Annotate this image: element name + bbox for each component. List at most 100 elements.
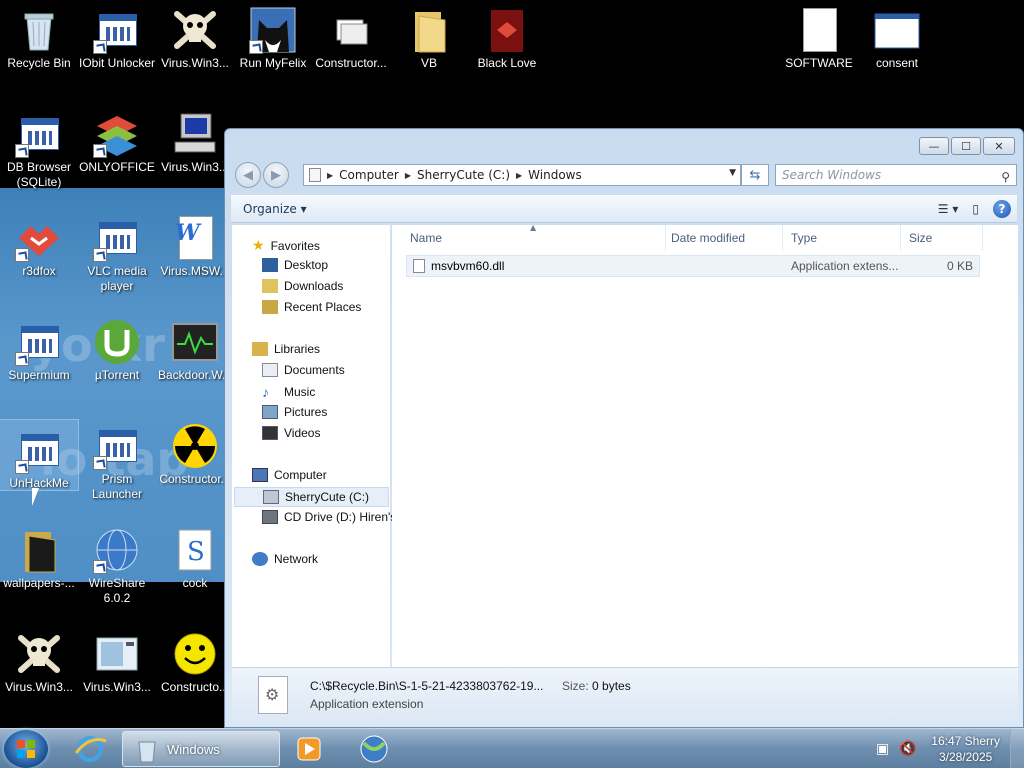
svg-text:S: S: [187, 537, 205, 567]
cat-icon: [249, 6, 297, 54]
desktop-icon-unhackme[interactable]: UnHackMe: [0, 419, 79, 491]
column-header-type[interactable]: Type: [783, 225, 901, 251]
app-icon: [93, 214, 141, 262]
desktop-icon-recycle-bin[interactable]: Recycle Bin: [0, 0, 78, 71]
word-doc-icon: W: [171, 214, 219, 262]
nav-recent-places[interactable]: Recent Places: [262, 300, 361, 314]
desktop-icon-r3dfox[interactable]: r3dfox: [0, 208, 78, 279]
file-gear-icon: [258, 676, 288, 714]
breadcrumb-drive[interactable]: SherryCute (C:): [417, 168, 510, 182]
refresh-icon: ⇆: [749, 167, 761, 183]
desktop-icon-vlc[interactable]: VLC media player: [78, 208, 156, 294]
nav-documents[interactable]: Documents: [262, 363, 345, 377]
address-dropdown-icon[interactable]: ▼: [729, 168, 736, 178]
desktop-icon-cock[interactable]: S cock: [156, 520, 234, 591]
system-clock[interactable]: 16:47 Sherry 3/28/2025: [931, 733, 1000, 765]
taskbar-explorer-button[interactable]: Windows: [122, 731, 280, 767]
desktop-icon-constructo[interactable]: Constructo...: [156, 624, 234, 695]
desktop-icon-db-browser[interactable]: DB Browser (SQLite): [0, 104, 78, 190]
desktop-icon-virus-win3-3[interactable]: Virus.Win3...: [0, 624, 78, 695]
skull-icon: [15, 630, 63, 678]
breadcrumb-windows[interactable]: Windows: [528, 168, 582, 182]
desktop-icon-consent[interactable]: consent: [858, 0, 936, 71]
cd-drive-icon: [262, 510, 278, 524]
nav-cd-drive[interactable]: CD Drive (D:) Hiren's: [262, 510, 396, 524]
view-options-icon[interactable]: ☰ ▾: [938, 202, 959, 216]
column-header-size[interactable]: Size: [901, 225, 983, 251]
close-button[interactable]: ✕: [983, 137, 1015, 155]
help-icon[interactable]: ?: [993, 200, 1011, 218]
search-input[interactable]: Search Windows ⚲: [775, 164, 1017, 186]
volume-muted-icon[interactable]: 🔇: [899, 741, 916, 757]
breadcrumb-computer[interactable]: Computer: [339, 168, 399, 182]
desktop-icon-software[interactable]: SOFTWARE: [780, 0, 858, 71]
desktop-icon-utorrent[interactable]: µTorrent: [78, 312, 156, 383]
column-header-date[interactable]: Date modified: [663, 225, 783, 251]
onlyoffice-icon: [93, 110, 141, 158]
app-icon: [93, 6, 141, 54]
show-desktop-button[interactable]: [1010, 729, 1024, 768]
preview-pane-icon[interactable]: ▯: [972, 202, 979, 216]
toolbar-right: ☰ ▾ ▯ ?: [938, 200, 1011, 218]
table-row[interactable]: msvbvm60.dll Application extens... 0 KB: [406, 255, 980, 277]
command-toolbar: Organize ▾ ☰ ▾ ▯ ?: [231, 195, 1017, 223]
folder-icon: [15, 526, 63, 574]
nav-libraries[interactable]: Libraries: [252, 342, 320, 356]
sort-arrow-icon: ▲: [530, 223, 537, 232]
address-bar[interactable]: ▶ Computer ▶ SherryCute (C:) ▶ Windows ▼: [303, 164, 741, 186]
documents-icon: [262, 363, 278, 377]
organize-button[interactable]: Organize ▾: [243, 202, 307, 216]
network-tray-icon[interactable]: ▣: [876, 741, 889, 757]
desktop-icon-vb[interactable]: VB: [390, 0, 468, 71]
desktop-icon-prism-launcher[interactable]: Prism Launcher: [78, 416, 156, 502]
videos-icon: [262, 426, 278, 440]
breadcrumb-separator-icon: ▶: [327, 170, 334, 180]
nav-computer[interactable]: Computer: [252, 468, 327, 482]
maximize-button[interactable]: ☐: [951, 137, 981, 155]
desktop-icon-virus-win3[interactable]: Virus.Win3...: [156, 0, 234, 71]
caption-buttons: — ☐ ✕: [919, 137, 1015, 155]
desktop-icon-onlyoffice[interactable]: ONLYOFFICE: [78, 104, 156, 175]
start-button[interactable]: [4, 730, 48, 768]
nav-videos[interactable]: Videos: [262, 426, 320, 440]
search-placeholder: Search Windows: [782, 168, 882, 182]
explorer-window[interactable]: — ☐ ✕ ◀ ▶ ▶ Computer ▶ SherryCute (C:) ▶…: [224, 128, 1024, 728]
blank-file-icon: [795, 6, 843, 54]
refresh-button[interactable]: ⇆: [741, 164, 769, 186]
nav-pictures[interactable]: Pictures: [262, 405, 327, 419]
desktop-icon-black-love[interactable]: Black Love: [468, 0, 546, 71]
desktop-icon-virus-win3-2[interactable]: Virus.Win3...: [156, 104, 234, 175]
nav-favorites[interactable]: ★ Favorites: [252, 237, 320, 254]
desktop-icon-constructor[interactable]: Constructor...: [312, 0, 390, 71]
music-icon: ♪: [262, 384, 269, 400]
desktop-icon-run-myfelix[interactable]: Run MyFelix: [234, 0, 312, 71]
forward-button[interactable]: ▶: [263, 162, 289, 188]
pictures-icon: [262, 405, 278, 419]
minimize-button[interactable]: —: [919, 137, 949, 155]
desktop-icon-wallpapers[interactable]: wallpapers-...: [0, 520, 78, 591]
details-size: Size: 0 bytes: [562, 679, 631, 693]
app-icon: [15, 426, 63, 474]
back-button[interactable]: ◀: [235, 162, 261, 188]
smiley-icon: [171, 630, 219, 678]
taskbar-ie-button[interactable]: [68, 731, 114, 767]
desktop-icon-wireshare[interactable]: WireShare 6.0.2: [78, 520, 156, 606]
nav-downloads[interactable]: Downloads: [262, 279, 343, 293]
nav-network[interactable]: Network: [252, 552, 318, 566]
desktop-icon-backdoor[interactable]: Backdoor.W...: [156, 312, 234, 383]
desktop-icon-constructor-2[interactable]: Constructor...: [156, 416, 234, 487]
downloads-folder-icon: [262, 279, 278, 293]
taskbar-media-player-button[interactable]: [294, 731, 330, 767]
nav-music[interactable]: ♪ Music: [262, 384, 315, 400]
desktop-icon-virus-win3-4[interactable]: Virus.Win3...: [78, 624, 156, 695]
desktop-icon: [262, 258, 278, 272]
taskbar-globe-button[interactable]: [358, 731, 394, 767]
details-path: C:\$Recycle.Bin\S-1-5-21-4233803762-19..…: [310, 679, 544, 693]
desktop-icon-virus-msw[interactable]: W Virus.MSW...: [156, 208, 234, 279]
desktop-icon-supermium[interactable]: Supermium: [0, 312, 78, 383]
star-icon: ★: [252, 237, 265, 253]
computer-small-icon: [309, 168, 321, 182]
desktop-icon-iobit-unlocker[interactable]: IObit Unlocker: [78, 0, 156, 71]
nav-drive-c[interactable]: SherryCute (C:): [234, 487, 389, 507]
nav-desktop[interactable]: Desktop: [262, 258, 328, 272]
